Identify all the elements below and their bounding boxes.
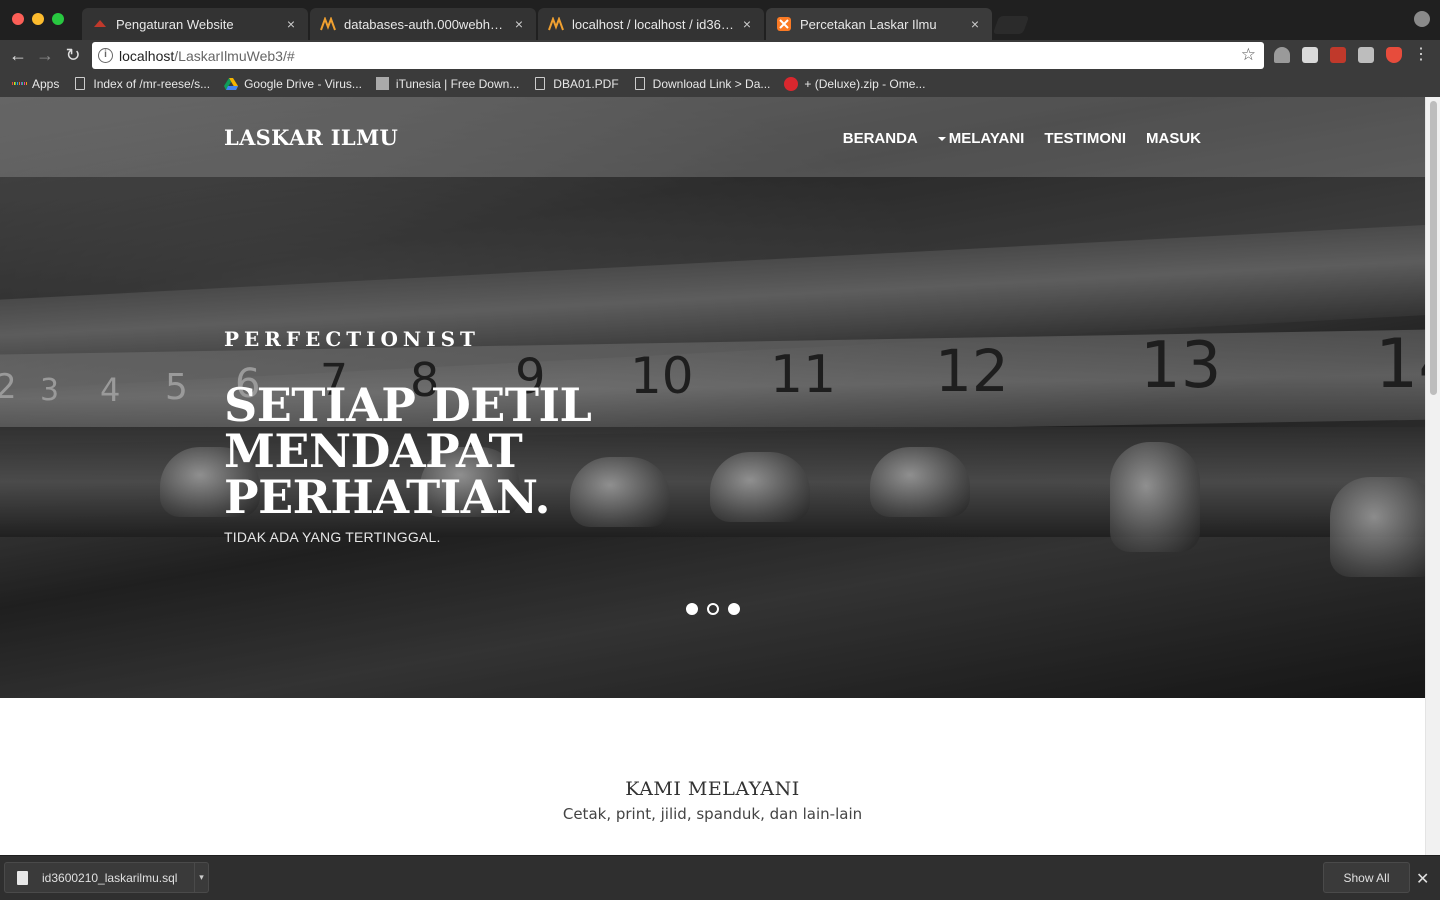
- acrobat-extension-icon[interactable]: [1330, 47, 1346, 63]
- bookmark-dba01[interactable]: DBA01.PDF: [533, 76, 619, 91]
- hero-title: SETIAP DETIL MENDAPAT PERHATIAN.: [224, 378, 592, 524]
- document-icon: [533, 77, 547, 91]
- google-drive-extension-icon[interactable]: [1274, 47, 1290, 63]
- hero-subtitle: TIDAK ADA YANG TERTINGGAL.: [224, 529, 441, 545]
- carousel-dot-3[interactable]: [728, 603, 740, 615]
- phpmyadmin-icon: [320, 16, 336, 32]
- site-nav: BERANDA MELAYANI TESTIMONI MASUK: [843, 130, 1201, 147]
- tab-pengaturan-website[interactable]: Pengaturan Website ×: [82, 8, 308, 40]
- bookmark-label: Apps: [32, 76, 60, 91]
- tab-close-icon[interactable]: ×: [740, 16, 754, 32]
- bookmark-label: Google Drive - Virus...: [244, 76, 362, 91]
- caret-down-icon: [937, 136, 946, 141]
- hero-carousel: 2 3 4 5 6 7 8 9 10 11 12 13 14 LASKAR IL…: [0, 97, 1425, 698]
- menu-kebab-icon[interactable]: ⋮: [1410, 44, 1432, 66]
- download-menu-chevron-icon[interactable]: ▾: [194, 863, 208, 892]
- carousel-dot-1[interactable]: [686, 603, 698, 615]
- close-icon[interactable]: ✕: [1416, 869, 1429, 889]
- bookmark-google-drive[interactable]: Google Drive - Virus...: [224, 77, 362, 91]
- window-maximize-button[interactable]: [52, 13, 64, 25]
- carousel-indicators: [686, 603, 740, 615]
- site-brand[interactable]: LASKAR ILMU: [224, 125, 398, 150]
- nav-masuk[interactable]: MASUK: [1146, 130, 1201, 147]
- url-path: /LaskarIlmuWeb3/#: [174, 47, 295, 64]
- bookmark-label: Index of /mr-reese/s...: [93, 76, 211, 91]
- forward-arrow-icon[interactable]: →: [34, 44, 56, 66]
- address-bar[interactable]: i localhost/LaskarIlmuWeb3/# ☆: [92, 42, 1264, 69]
- google-drive-icon: [224, 77, 239, 91]
- mega-icon: [784, 76, 799, 91]
- tab-title: databases-auth.000webhost.c: [344, 16, 506, 32]
- tab-percetakan-laskar-ilmu[interactable]: Percetakan Laskar Ilmu ×: [766, 8, 992, 40]
- browser-toolbar: ← → ↻ i localhost/LaskarIlmuWeb3/# ☆ ⋮: [0, 40, 1440, 70]
- bookmark-label: iTunesia | Free Down...: [395, 76, 520, 91]
- download-filename: id3600210_laskarilmu.sql: [42, 870, 178, 885]
- site-navbar: LASKAR ILMU BERANDA MELAYANI TESTIMONI M…: [0, 97, 1425, 177]
- nav-testimoni[interactable]: TESTIMONI: [1044, 130, 1126, 147]
- new-tab-button[interactable]: [992, 16, 1030, 34]
- carousel-dot-2[interactable]: [707, 603, 719, 615]
- tab-title: Percetakan Laskar Ilmu: [800, 16, 937, 32]
- itunesia-icon: [376, 77, 390, 91]
- tab-close-icon[interactable]: ×: [968, 16, 982, 32]
- document-icon: [73, 77, 87, 91]
- phpmyadmin-icon: [548, 16, 564, 32]
- nav-label: TESTIMONI: [1044, 130, 1126, 147]
- download-shelf: id3600210_laskarilmu.sql ▾ Show All ✕: [0, 855, 1440, 900]
- nav-label: MELAYANI: [948, 130, 1025, 147]
- tab-title: localhost / localhost / id36002: [572, 16, 734, 32]
- bookmark-index-of[interactable]: Index of /mr-reese/s...: [73, 77, 210, 91]
- url-host: localhost: [119, 47, 175, 64]
- download-item[interactable]: id3600210_laskarilmu.sql ▾: [4, 862, 209, 893]
- apps-grid-icon: [12, 77, 26, 91]
- cube-extension-icon[interactable]: [1302, 47, 1318, 63]
- show-all-button[interactable]: Show All: [1323, 862, 1410, 893]
- tab-title: Pengaturan Website: [116, 16, 234, 32]
- xampp-icon: [776, 16, 792, 32]
- bookmark-label: + (Deluxe).zip - Ome...: [804, 76, 926, 91]
- tab-close-icon[interactable]: ×: [284, 16, 298, 32]
- info-icon[interactable]: i: [98, 48, 113, 63]
- show-all-label: Show All: [1343, 870, 1390, 885]
- bookmark-label: Download Link > Da...: [652, 76, 771, 91]
- bookmarks-bar: Apps Index of /mr-reese/s... Google Driv…: [0, 70, 1440, 97]
- bookmark-star-icon[interactable]: ☆: [1241, 45, 1256, 65]
- section-subtitle: Cetak, print, jilid, spanduk, dan lain-l…: [562, 805, 863, 823]
- window-minimize-button[interactable]: [32, 13, 44, 25]
- nav-label: MASUK: [1146, 130, 1201, 147]
- page-viewport: 2 3 4 5 6 7 8 9 10 11 12 13 14 LASKAR IL…: [0, 97, 1440, 855]
- cast-extension-icon[interactable]: [1358, 47, 1374, 63]
- nav-label: BERANDA: [842, 130, 918, 147]
- bookmark-itunesia[interactable]: iTunesia | Free Down...: [376, 77, 519, 91]
- tab-strip: Pengaturan Website × databases-auth.000w…: [0, 0, 1440, 40]
- profile-icon[interactable]: [1414, 11, 1430, 27]
- document-icon: [633, 77, 647, 91]
- red-logo-icon: [92, 16, 108, 32]
- nav-melayani-dropdown[interactable]: MELAYANI: [937, 130, 1025, 147]
- nav-beranda[interactable]: BERANDA: [843, 130, 918, 147]
- bookmark-deluxe-zip[interactable]: + (Deluxe).zip - Ome...: [784, 76, 926, 91]
- window-close-button[interactable]: [12, 13, 24, 25]
- scrollbar-thumb[interactable]: [1430, 101, 1437, 395]
- page-scrollbar[interactable]: [1425, 97, 1440, 855]
- section-title: KAMI MELAYANI: [625, 778, 800, 800]
- bookmark-apps[interactable]: Apps: [12, 77, 59, 91]
- bookmark-label: DBA01.PDF: [553, 76, 619, 91]
- hero-kicker: PERFECTIONIST: [224, 327, 480, 351]
- back-arrow-icon[interactable]: ←: [7, 44, 29, 66]
- tab-localhost-phpmyadmin[interactable]: localhost / localhost / id36002 ×: [538, 8, 764, 40]
- reload-icon[interactable]: ↻: [62, 44, 84, 66]
- shield-extension-icon[interactable]: [1386, 47, 1402, 63]
- bookmark-download-link[interactable]: Download Link > Da...: [633, 76, 771, 91]
- file-icon: [17, 870, 28, 885]
- tab-databases-auth[interactable]: databases-auth.000webhost.c ×: [310, 8, 536, 40]
- tab-close-icon[interactable]: ×: [512, 16, 526, 32]
